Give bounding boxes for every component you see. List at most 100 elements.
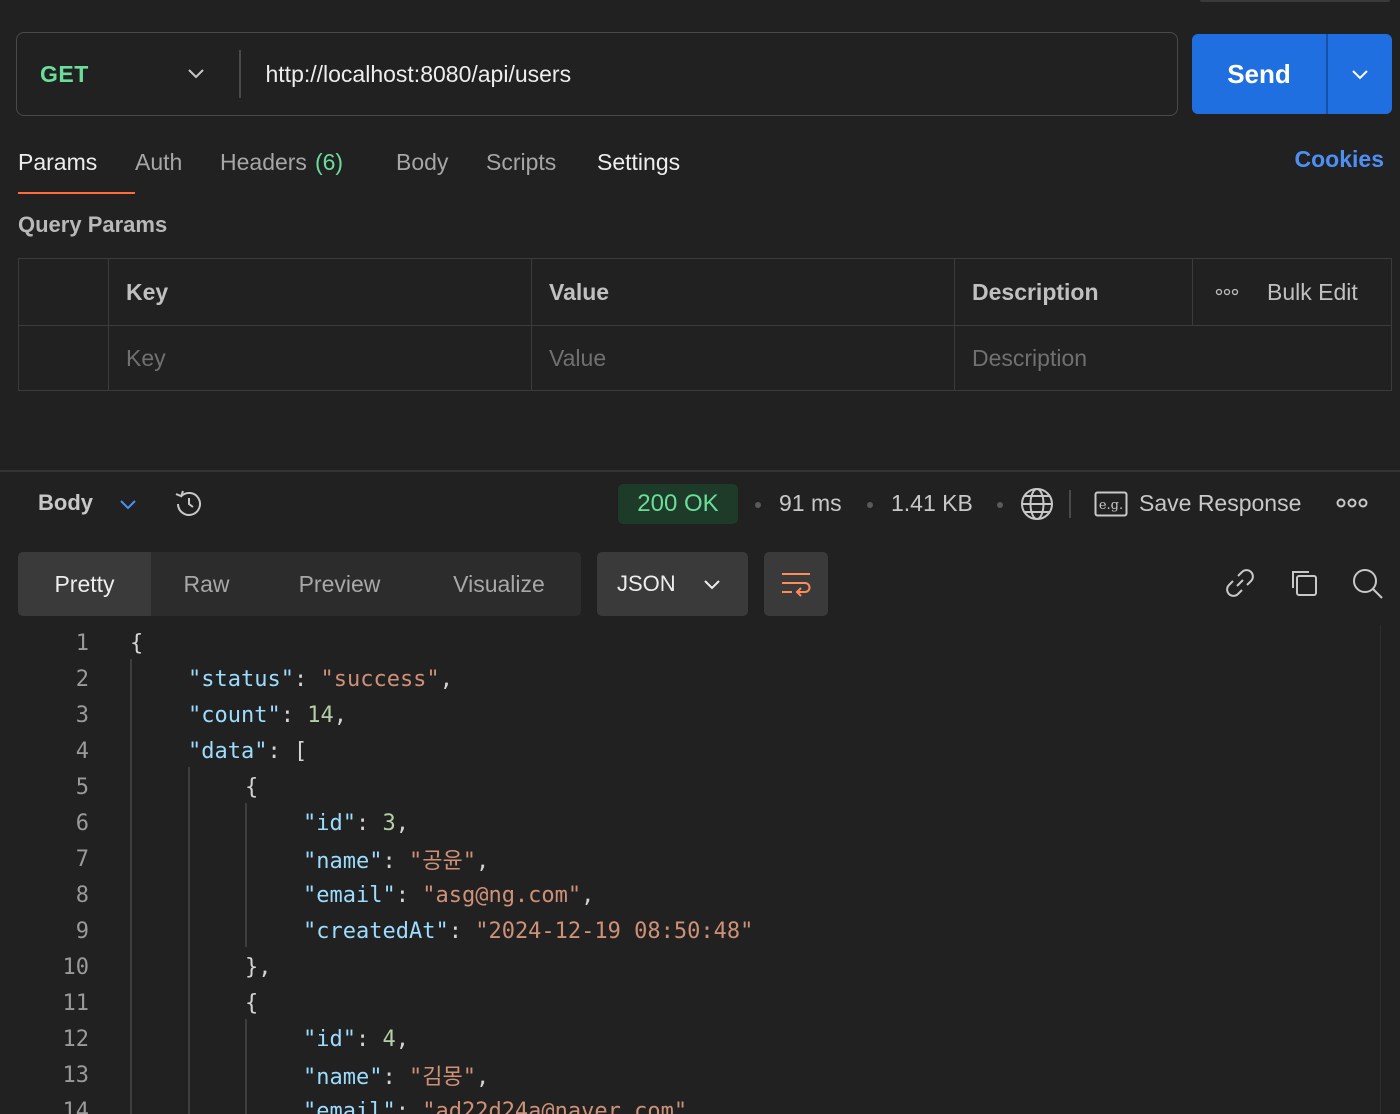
key-input[interactable]: Key	[108, 326, 531, 391]
request-url-bar: GET http://localhost:8080/api/users	[16, 32, 1178, 116]
json-key: "id"	[303, 1026, 356, 1052]
send-button[interactable]: Send	[1192, 34, 1326, 114]
tab-scripts[interactable]: Scripts	[486, 140, 597, 184]
response-size[interactable]: 1.41 KB	[891, 490, 973, 517]
json-bracket: [	[293, 738, 308, 764]
chevron-down-icon	[1352, 70, 1368, 80]
tab-body[interactable]: Body	[396, 140, 486, 184]
tab-preview[interactable]: Preview	[262, 552, 417, 616]
tab-auth-label: Auth	[135, 148, 183, 175]
json-key: "email"	[303, 1098, 396, 1114]
description-input[interactable]: Description	[954, 326, 1391, 391]
separator-dot	[997, 502, 1003, 508]
copy-icon[interactable]	[1287, 566, 1321, 600]
tab-body-label: Body	[396, 148, 449, 175]
wrap-lines-button[interactable]	[764, 552, 828, 616]
vertical-separator	[1069, 490, 1071, 518]
json-key: "data"	[188, 738, 268, 764]
json-value: "success"	[320, 666, 440, 692]
json-key: "createdAt"	[303, 918, 449, 944]
chevron-down-icon	[188, 69, 204, 79]
method-label: GET	[40, 60, 89, 87]
code-line: 6 "id": 3,	[0, 805, 1380, 841]
response-body-label[interactable]: Body	[38, 490, 93, 516]
code-text: },	[245, 954, 272, 980]
code-text: "count": 14,	[188, 702, 347, 728]
code-line: 9 "createdAt": "2024-12-19 08:50:48"	[0, 913, 1380, 949]
line-number: 7	[75, 846, 89, 872]
value-input[interactable]: Value	[531, 326, 954, 391]
json-value: "김몽"	[408, 1065, 476, 1090]
code-line: 5{	[0, 769, 1380, 805]
code-line: 4 "data": [	[0, 733, 1380, 769]
code-text: "id": 3,	[303, 810, 409, 836]
bulk-edit-button[interactable]: Bulk Edit	[1267, 279, 1358, 306]
tab-params[interactable]: Params	[18, 140, 135, 194]
json-value: 3	[382, 810, 396, 836]
json-key: "id"	[303, 810, 356, 836]
more-icon[interactable]	[1336, 496, 1368, 510]
column-key: Key	[108, 259, 531, 325]
response-time[interactable]: 91 ms	[779, 490, 842, 517]
code-line: 1{	[0, 625, 1380, 661]
json-key: "count"	[188, 702, 281, 728]
url-divider	[239, 50, 241, 98]
method-selector[interactable]: GET	[17, 33, 239, 115]
eg-icon[interactable]: e.g.	[1094, 491, 1128, 517]
code-scrollbar[interactable]	[1380, 625, 1400, 1114]
separator-dot	[755, 502, 761, 508]
tab-visualize[interactable]: Visualize	[417, 552, 581, 616]
line-number: 14	[62, 1098, 90, 1114]
code-text: {	[245, 990, 259, 1016]
code-line: 8 "email": "asg@ng.com",	[0, 877, 1380, 913]
status-badge[interactable]: 200 OK	[618, 484, 738, 524]
tab-settings-label: Settings	[597, 148, 681, 175]
line-number: 11	[62, 990, 90, 1016]
json-key: "name"	[303, 1065, 383, 1090]
tab-auth[interactable]: Auth	[135, 140, 220, 184]
url-input[interactable]: http://localhost:8080/api/users	[266, 61, 572, 88]
tab-raw[interactable]: Raw	[151, 552, 262, 616]
line-number: 5	[75, 774, 89, 800]
bulk-edit-cell: Bulk Edit	[1192, 259, 1391, 325]
json-value: "ad22d24a@naver.com"	[422, 1098, 688, 1114]
code-text: {	[245, 774, 259, 800]
globe-icon[interactable]	[1019, 486, 1055, 522]
code-line: 2 "status": "success",	[0, 661, 1380, 697]
code-line: 10},	[0, 949, 1380, 985]
more-icon[interactable]	[1215, 287, 1239, 297]
code-line: 13 "name": "김몽",	[0, 1057, 1380, 1093]
tab-headers[interactable]: Headers (6)	[220, 140, 396, 184]
search-icon[interactable]	[1350, 566, 1384, 600]
query-params-table: Key Value Description Bulk Edit Key Valu…	[18, 258, 1392, 391]
tab-pretty[interactable]: Pretty	[18, 552, 151, 616]
code-line: 7 "name": "공윤",	[0, 841, 1380, 877]
query-params-title: Query Params	[18, 212, 168, 237]
tab-settings[interactable]: Settings	[597, 140, 707, 184]
code-text: "email": "asg@ng.com",	[303, 882, 595, 908]
history-icon[interactable]	[172, 487, 206, 521]
line-number: 1	[75, 630, 89, 656]
tab-headers-label: Headers	[220, 148, 307, 175]
cookies-link[interactable]: Cookies	[1295, 146, 1384, 173]
headers-count: (6)	[314, 148, 344, 175]
code-text: "data": [	[188, 738, 308, 764]
save-response-button[interactable]: Save Response	[1139, 490, 1301, 517]
response-divider[interactable]	[0, 470, 1400, 472]
response-code-view[interactable]: 1{ 2 "status": "success", 3 "count": 14, 4…	[0, 625, 1380, 1114]
svg-text:e.g.: e.g.	[1099, 498, 1123, 513]
top-strip	[1200, 0, 1390, 2]
json-key: "status"	[188, 666, 294, 692]
json-key: "email"	[303, 882, 396, 908]
link-icon[interactable]	[1223, 566, 1257, 600]
tab-scripts-label: Scripts	[486, 148, 557, 175]
send-dropdown-button[interactable]	[1328, 34, 1393, 114]
json-key: "name"	[303, 849, 383, 874]
line-number: 13	[62, 1062, 90, 1088]
column-description: Description	[954, 259, 1192, 325]
tab-params-label: Params	[18, 148, 98, 175]
json-value: "2024-12-19 08:50:48"	[475, 918, 754, 944]
format-selector[interactable]: JSON	[597, 552, 748, 616]
json-value: "asg@ng.com"	[422, 882, 582, 908]
chevron-down-icon[interactable]	[118, 494, 138, 514]
